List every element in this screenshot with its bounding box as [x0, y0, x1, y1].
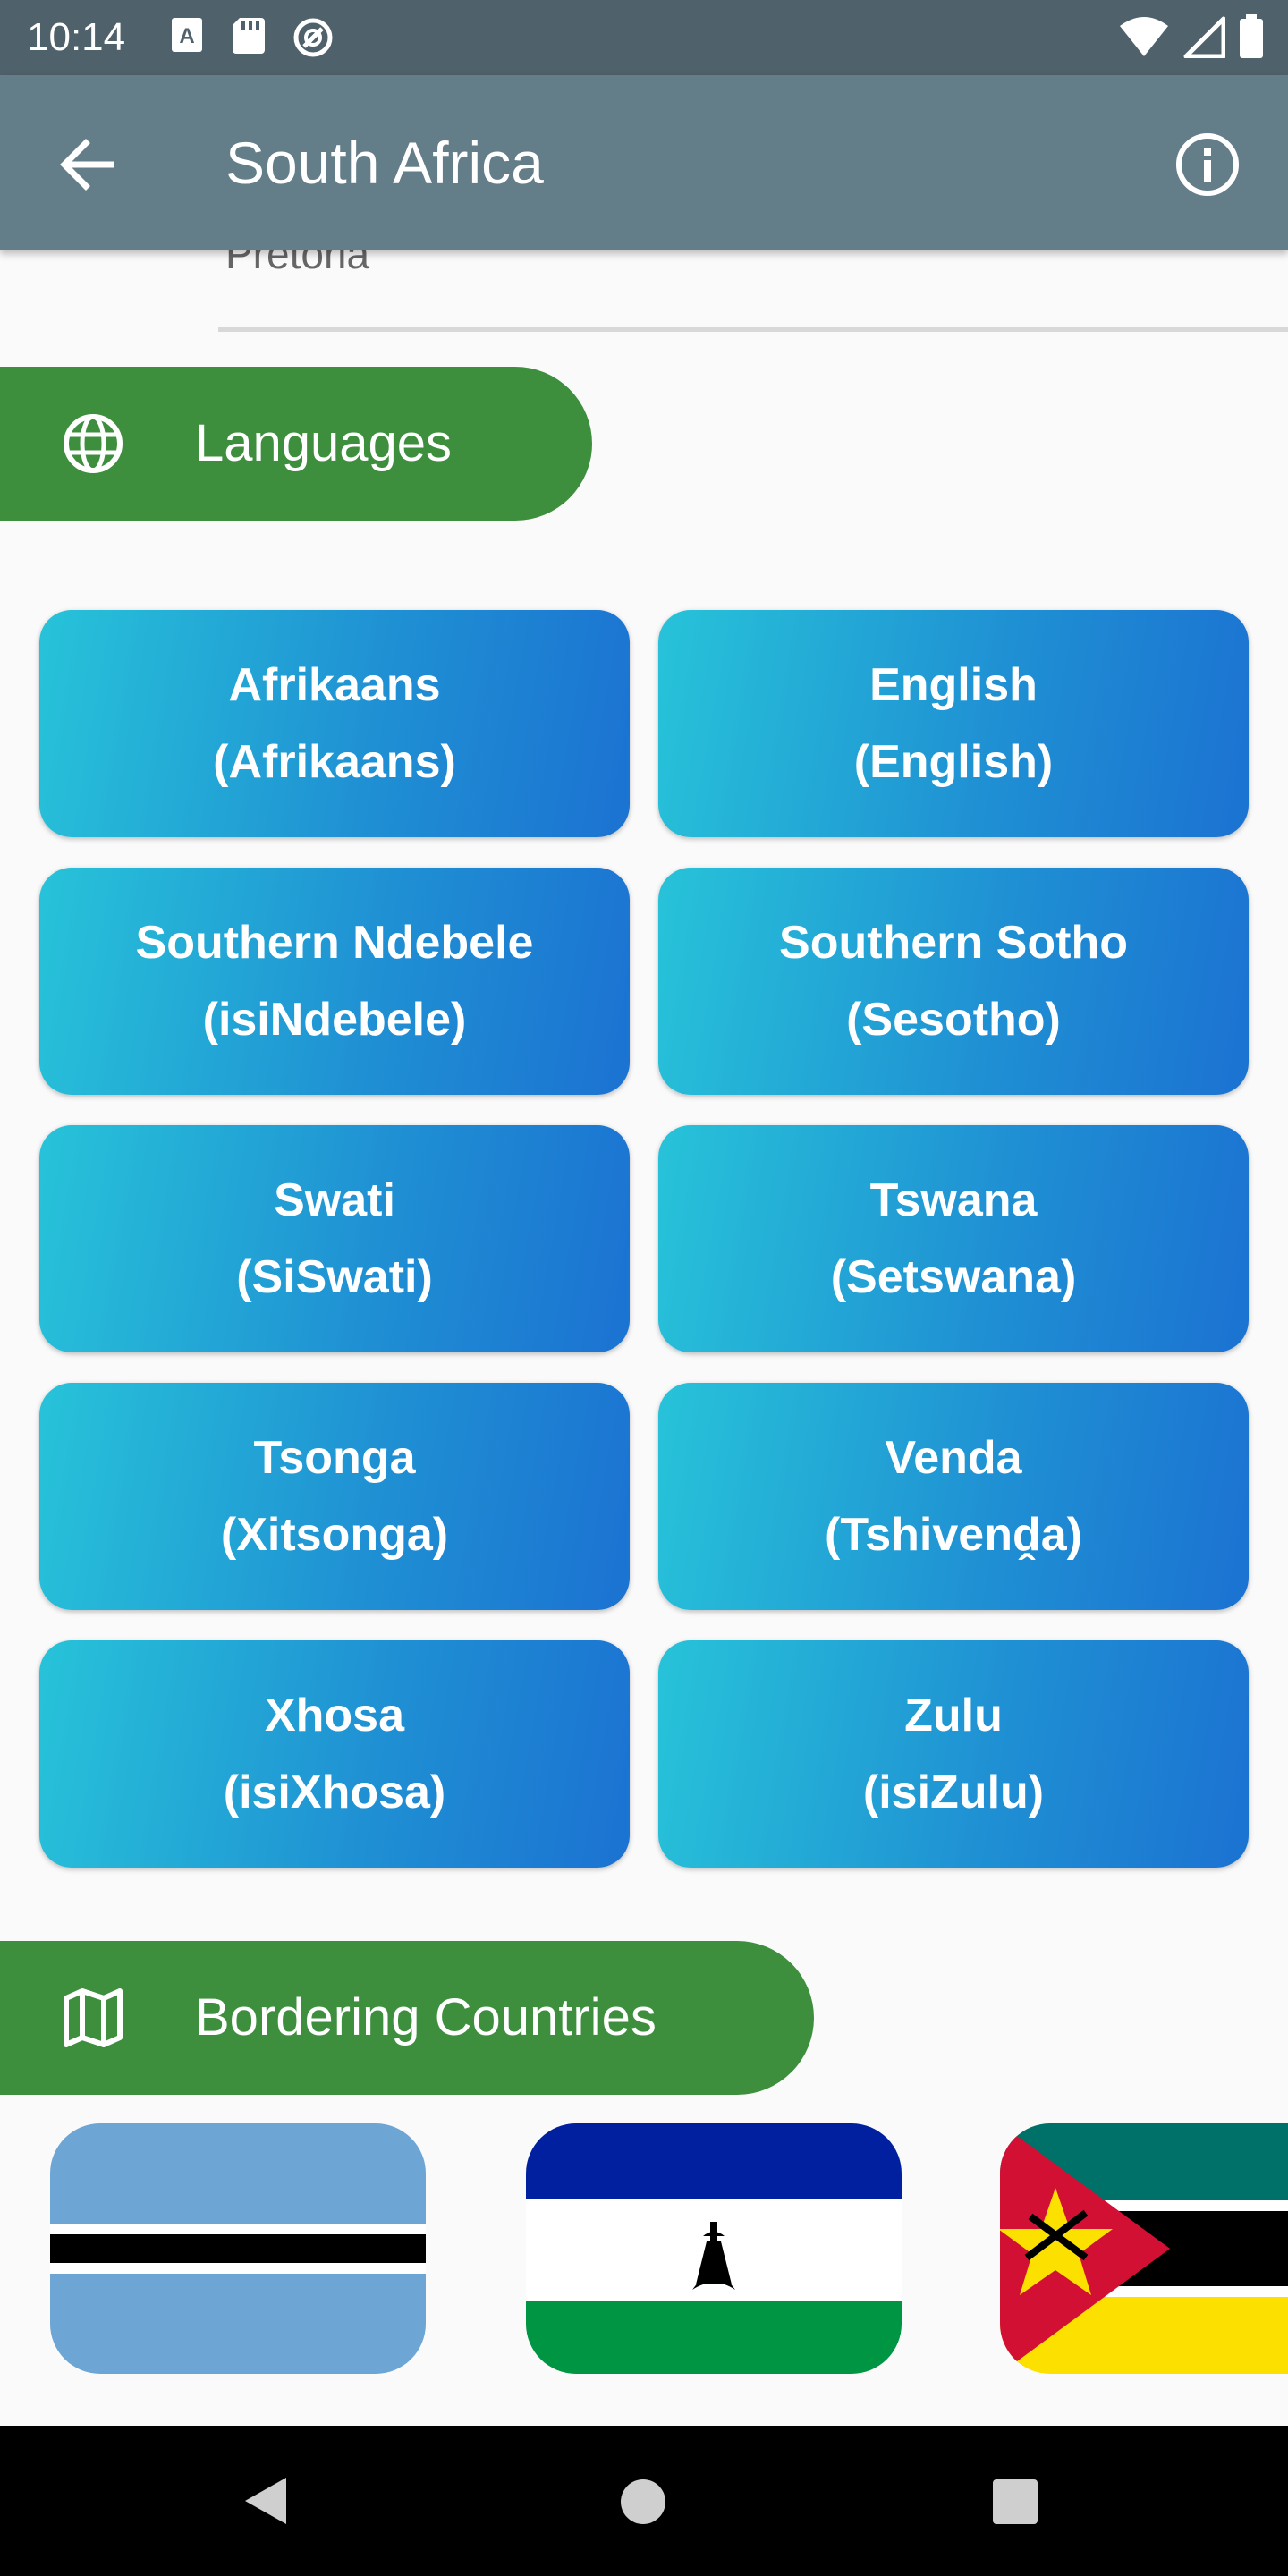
status-icons-left: A: [170, 16, 335, 59]
language-native-name: (isiNdebele): [202, 994, 467, 1046]
language-native-name: (Xitsonga): [220, 1509, 449, 1561]
language-native-name: (Setswana): [830, 1251, 1077, 1303]
language-card-tswana[interactable]: Tswana (Setswana): [658, 1125, 1249, 1352]
language-native-name: (English): [853, 736, 1054, 788]
language-card-zulu[interactable]: Zulu (isiZulu): [658, 1640, 1249, 1868]
globe-icon: [64, 414, 123, 473]
language-card-southern-ndebele[interactable]: Southern Ndebele (isiNdebele): [39, 868, 630, 1095]
language-native-name: (Sesotho): [846, 994, 1061, 1046]
battery-icon: [1240, 14, 1263, 58]
keyboard-a-icon: A: [172, 18, 202, 52]
language-name: Venda: [885, 1432, 1022, 1484]
language-native-name: (Afrikaans): [213, 736, 456, 788]
language-name: Zulu: [904, 1690, 1003, 1741]
svg-text:A: A: [179, 24, 194, 48]
language-name: Afrikaans: [228, 659, 441, 711]
nav-back-icon[interactable]: [240, 2474, 293, 2528]
language-card-swati[interactable]: Swati (SiSwati): [39, 1125, 630, 1352]
language-name: Southern Ndebele: [135, 917, 534, 969]
language-name: Xhosa: [264, 1690, 405, 1741]
wifi-icon: [1120, 17, 1168, 56]
bordering-section-header: Bordering Countries: [0, 1941, 814, 2095]
signal-icon: [1183, 16, 1225, 58]
language-name: Tsonga: [253, 1432, 416, 1484]
capital-underline: [218, 327, 1288, 332]
system-nav-bar: [0, 2426, 1288, 2576]
language-card-tsonga[interactable]: Tsonga (Xitsonga): [39, 1383, 630, 1610]
bordering-label: Bordering Countries: [195, 1988, 657, 2046]
languages-section-header: Languages: [0, 367, 592, 521]
language-card-afrikaans[interactable]: Afrikaans (Afrikaans): [39, 610, 630, 837]
lesotho-flag-image: [526, 2123, 902, 2374]
arrow-back-icon[interactable]: [52, 129, 123, 200]
sd-card-icon: [233, 18, 265, 54]
mozambique-flag[interactable]: [1000, 2123, 1288, 2374]
map-icon: [64, 1988, 123, 2047]
language-native-name: (isiZulu): [862, 1767, 1045, 1818]
language-name: Swati: [274, 1174, 395, 1226]
nav-home-icon[interactable]: [619, 2478, 667, 2526]
page-title: South Africa: [225, 130, 544, 196]
status-time: 10:14: [27, 15, 126, 59]
mozambique-flag-image: [1000, 2123, 1288, 2374]
botswana-flag-image: [50, 2123, 426, 2374]
language-card-southern-sotho[interactable]: Southern Sotho (Sesotho): [658, 868, 1249, 1095]
languages-label: Languages: [195, 414, 453, 472]
nav-recents-icon[interactable]: [991, 2478, 1039, 2526]
language-name: Southern Sotho: [779, 917, 1128, 969]
status-icons-right: [1118, 14, 1265, 59]
lesotho-flag[interactable]: [526, 2123, 902, 2374]
language-native-name: (isiXhosa): [223, 1767, 446, 1818]
info-icon[interactable]: [1174, 131, 1241, 199]
status-bar: 10:14 A: [0, 0, 1288, 75]
language-native-name: (Tshivenḓa): [825, 1509, 1082, 1561]
language-native-name: (SiSwati): [236, 1251, 433, 1303]
language-name: English: [869, 659, 1038, 711]
no-disturb-icon: [293, 18, 333, 57]
language-card-english[interactable]: English (English): [658, 610, 1249, 837]
app-bar: South Africa: [0, 75, 1288, 250]
language-name: Tswana: [869, 1174, 1038, 1226]
botswana-flag[interactable]: [50, 2123, 426, 2374]
language-card-venda[interactable]: Venda (Tshivenḓa): [658, 1383, 1249, 1610]
language-card-xhosa[interactable]: Xhosa (isiXhosa): [39, 1640, 630, 1868]
